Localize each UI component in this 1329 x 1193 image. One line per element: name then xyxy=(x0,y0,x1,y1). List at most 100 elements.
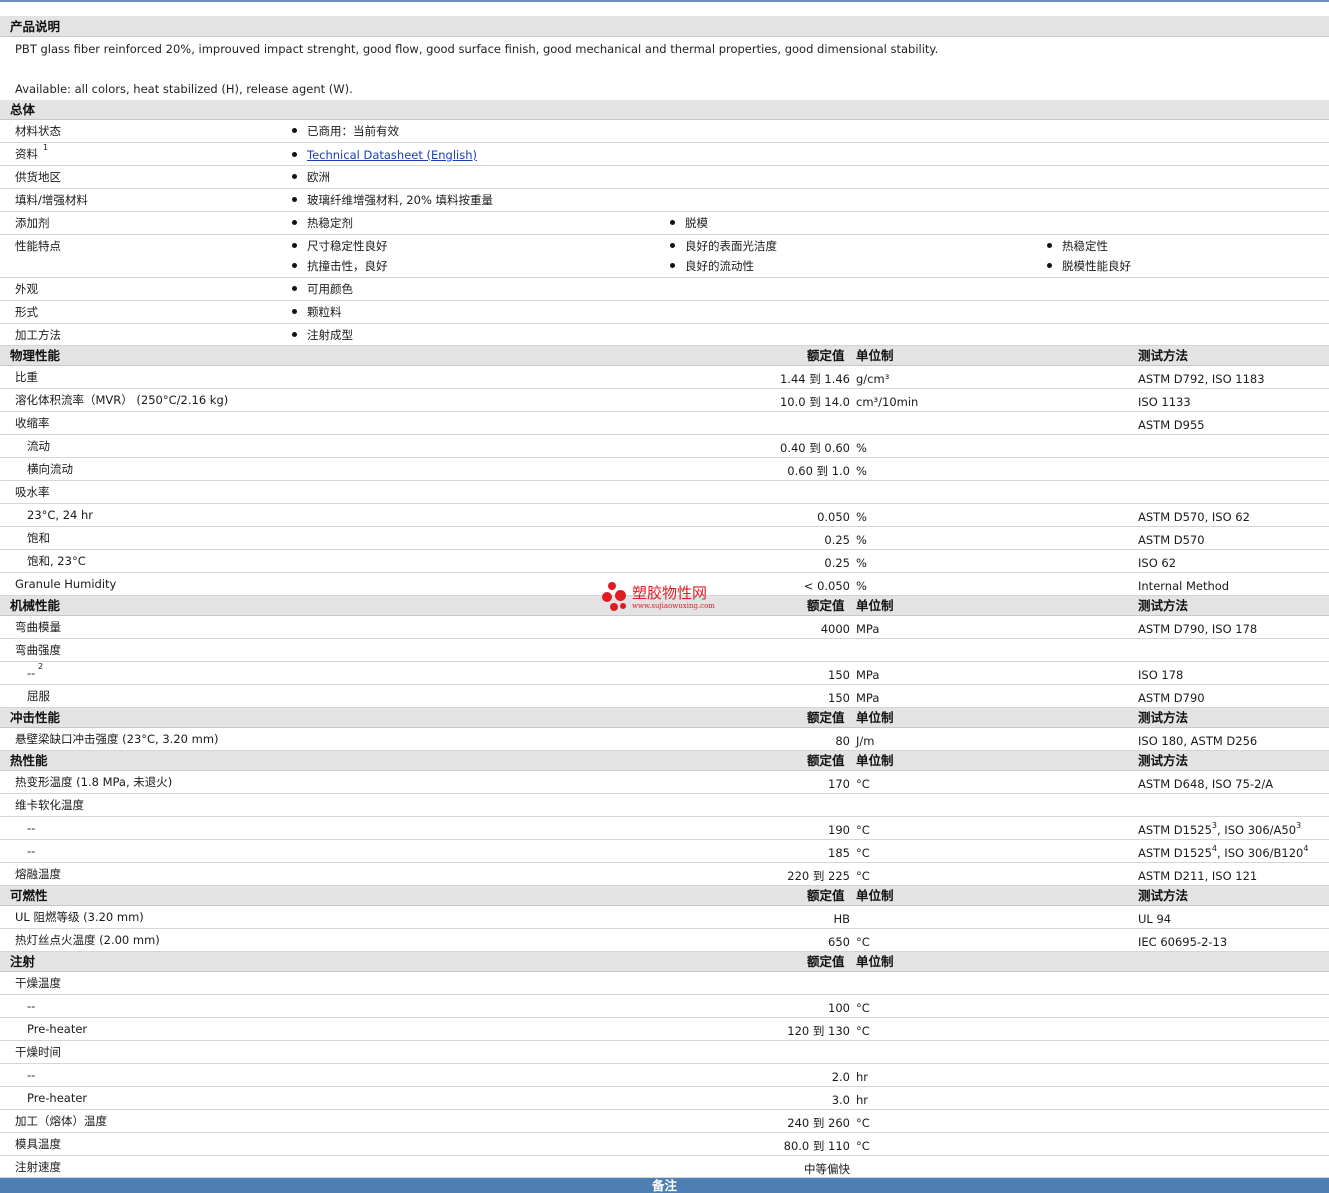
property-label: 热灯丝点火温度 (2.00 mm) xyxy=(15,933,160,947)
bullet-item: 玻璃纤维增强材料, 20% 填料按重量 xyxy=(292,193,493,207)
property-row: 溶化体积流率（MVR） (250°C/2.16 kg) 10.0 到 14.0 cm… xyxy=(0,389,1329,412)
unit-header: 单位制 xyxy=(856,888,894,903)
bullet-text: 注射成型 xyxy=(307,328,353,342)
nominal-value-header: 额定值 xyxy=(807,710,845,725)
property-row: 干燥温度 xyxy=(0,972,1329,995)
unit-value: °C xyxy=(856,1024,870,1038)
unit-value: hr xyxy=(856,1070,869,1084)
unit-value: °C xyxy=(856,823,870,837)
nominal-value: 170 xyxy=(828,777,850,791)
bullet-text: 热稳定剂 xyxy=(307,216,353,230)
property-row: 弯曲强度 xyxy=(0,639,1329,662)
test-method: ISO 62 xyxy=(1138,556,1177,570)
property-row: -- 190 °C ASTM D15253, ISO 306/A503 xyxy=(0,817,1329,840)
test-method: ASTM D570, ISO 62 xyxy=(1138,510,1250,524)
method-part: ASTM D1525 xyxy=(1138,846,1212,860)
property-label: 干燥时间 xyxy=(15,1045,61,1059)
bullet-item: 欧洲 xyxy=(292,170,330,184)
bullet-text: 脱模性能良好 xyxy=(1062,259,1131,273)
section-header-description: 产品说明 xyxy=(0,16,1329,37)
property-label: 加工（熔体）温度 xyxy=(15,1114,107,1128)
footnote-ref[interactable]: 2 xyxy=(38,662,43,671)
property-label: 弯曲强度 xyxy=(15,643,61,657)
test-method: Internal Method xyxy=(1138,579,1230,593)
test-method-header: 测试方法 xyxy=(1138,710,1189,725)
general-row: 供货地区 欧洲 xyxy=(0,166,1329,189)
property-label: UL 阻燃等级 (3.20 mm) xyxy=(15,910,144,924)
datasheet-link-item[interactable]: Technical Datasheet (English) xyxy=(292,148,477,162)
bullet-icon xyxy=(292,263,297,268)
unit-header: 单位制 xyxy=(856,348,894,363)
bullet-item: 脱模 xyxy=(670,216,708,230)
footnote-ref[interactable]: 1 xyxy=(43,143,48,152)
bullet-item: 抗撞击性，良好 xyxy=(292,259,388,273)
unit-value: % xyxy=(856,556,867,570)
bullet-text: 良好的流动性 xyxy=(685,259,754,273)
nominal-value: 80.0 到 110 xyxy=(783,1139,850,1153)
nominal-value: 0.25 xyxy=(824,556,850,570)
watermark-url: www.sujiaowuxing.com xyxy=(632,602,715,610)
logo-dot xyxy=(620,603,626,609)
property-row: 热变形温度 (1.8 MPa, 未退火) 170 °C ASTM D648, ISO … xyxy=(0,771,1329,794)
property-row: 横向流动 0.60 到 1.0% xyxy=(0,458,1329,481)
property-row: 收缩率 ASTM D955 xyxy=(0,412,1329,435)
method-part: , ISO 306/B120 xyxy=(1217,846,1304,860)
nominal-value: 185 xyxy=(828,846,850,860)
test-method-header: 测试方法 xyxy=(1138,753,1189,768)
unit-header: 单位制 xyxy=(856,710,894,725)
property-label: 吸水率 xyxy=(15,485,50,499)
bullet-text: 良好的表面光洁度 xyxy=(685,239,777,253)
property-row: -- 2 150 MPa ISO 178 xyxy=(0,662,1329,685)
row-label: 加工方法 xyxy=(15,328,61,342)
nominal-value: 10.0 到 14.0 xyxy=(779,395,850,409)
watermark-logo: 塑胶物性网 www.sujiaowuxing.com xyxy=(602,582,732,614)
row-label: 外观 xyxy=(15,282,38,296)
section-title: 注射 xyxy=(10,954,36,969)
nominal-value: 2.0 xyxy=(831,1070,850,1084)
test-method: ISO 180, ASTM D256 xyxy=(1138,734,1258,748)
property-label: 热变形温度 (1.8 MPa, 未退火) xyxy=(15,775,173,789)
unit-value: MPa xyxy=(856,691,880,705)
unit-value: °C xyxy=(856,1116,870,1130)
unit-header: 单位制 xyxy=(856,598,894,613)
unit-value: °C xyxy=(856,846,870,860)
nominal-value: 190 xyxy=(828,823,850,837)
property-label: 饱和, 23°C xyxy=(27,554,86,568)
description-line: PBT glass fiber reinforced 20%, improuve… xyxy=(15,42,939,56)
notes-bar-label: 备注 xyxy=(651,1178,677,1193)
property-row: 干燥时间 xyxy=(0,1041,1329,1064)
logo-dot xyxy=(602,592,612,602)
property-row: -- 2.0 hr xyxy=(0,1064,1329,1087)
general-row: 材料状态 已商用：当前有效 xyxy=(0,120,1329,143)
bullet-item: 良好的表面光洁度 xyxy=(670,239,777,253)
footnote-ref[interactable]: 3 xyxy=(1296,821,1301,830)
method-part: ASTM D1525 xyxy=(1138,823,1212,837)
property-row: Pre-heater 120 到 130 °C xyxy=(0,1018,1329,1041)
bullet-icon xyxy=(292,128,297,133)
test-method: ASTM D15253, ISO 306/A503 xyxy=(1138,821,1301,837)
row-label: 填料/增强材料 xyxy=(15,193,88,207)
property-label: 流动 xyxy=(27,439,50,453)
property-label: 注射速度 xyxy=(15,1160,61,1174)
row-label: 形式 xyxy=(15,305,38,319)
general-row: 填料/增强材料 玻璃纤维增强材料, 20% 填料按重量 xyxy=(0,189,1329,212)
footnote-ref[interactable]: 4 xyxy=(1212,844,1217,853)
unit-value: % xyxy=(856,579,867,593)
property-row: 注射速度 中等偏快 xyxy=(0,1156,1329,1178)
nominal-value: 中等偏快 xyxy=(804,1162,850,1176)
footnote-ref[interactable]: 3 xyxy=(1212,821,1217,830)
technical-datasheet-link[interactable]: Technical Datasheet (English) xyxy=(307,148,477,162)
bullet-item: 热稳定性 xyxy=(1047,239,1108,253)
property-label: -- xyxy=(27,821,36,835)
unit-value: % xyxy=(856,441,867,455)
footnote-ref[interactable]: 4 xyxy=(1303,844,1308,853)
row-label: 材料状态 xyxy=(15,124,61,138)
datasheet-page: 产品说明 PBT glass fiber reinforced 20%, imp… xyxy=(0,0,1329,1193)
general-row: 添加剂 热稳定剂 脱模 xyxy=(0,212,1329,235)
test-method: ASTM D790, ISO 178 xyxy=(1138,622,1258,636)
property-row: 饱和 0.25% ASTM D570 xyxy=(0,527,1329,550)
property-row: 饱和, 23°C 0.25% ISO 62 xyxy=(0,550,1329,573)
bullet-text: 热稳定性 xyxy=(1062,239,1108,253)
property-label: 模具温度 xyxy=(15,1137,61,1151)
nominal-value: 150 xyxy=(828,691,850,705)
